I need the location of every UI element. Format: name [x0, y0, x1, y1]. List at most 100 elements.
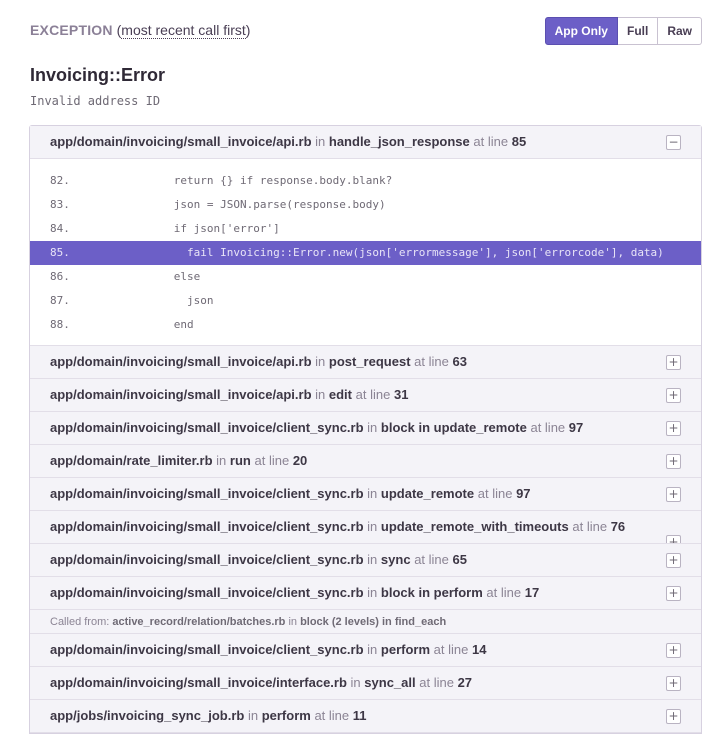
frame-line-number: 97 [516, 486, 531, 501]
frame-function: block in update_remote [380, 420, 527, 435]
frame-in-label: in [367, 552, 378, 567]
context-line-number: 85. [50, 246, 70, 259]
frame-function: sync_all [364, 675, 416, 690]
frame-in-label: in [367, 420, 378, 435]
expand-frame-icon[interactable]: + [666, 709, 681, 724]
sort-order-link[interactable]: most recent call first [121, 22, 246, 39]
frame-line-number: 11 [352, 708, 367, 723]
frame-at-line-label: at line [530, 420, 566, 435]
context-line-code: else [134, 270, 201, 283]
frame-in-label: in [216, 453, 227, 468]
context-line: 88. end [30, 313, 701, 337]
frame-line-number: 20 [292, 453, 308, 468]
expand-frame-icon[interactable]: + [666, 454, 681, 469]
context-line-code: if json['error'] [134, 222, 280, 235]
frame-in-label: in [315, 354, 326, 369]
full-button[interactable]: Full [617, 17, 659, 45]
stack-frame[interactable]: app/jobs/invoicing_sync_job.rb in perfor… [30, 700, 701, 733]
stacktrace: app/domain/invoicing/small_invoice/api.r… [29, 125, 702, 734]
frame-function: post_request [328, 354, 411, 369]
context-line: 86. else [30, 265, 701, 289]
frame-line-number: 31 [393, 387, 409, 402]
called-from-function: block (2 levels) in find_each [300, 616, 447, 628]
frame-filename: app/domain/invoicing/small_invoice/clien… [50, 585, 364, 600]
context-line: 82. return {} if response.body.blank? [30, 169, 701, 193]
raw-button[interactable]: Raw [658, 17, 702, 45]
frame-filename: app/jobs/invoicing_sync_job.rb [50, 708, 245, 723]
expand-frame-icon[interactable]: + [666, 676, 681, 691]
exception-label: EXCEPTION [30, 22, 113, 38]
stack-frame[interactable]: app/domain/invoicing/small_invoice/clien… [30, 634, 701, 667]
stack-frame[interactable]: app/domain/invoicing/small_invoice/clien… [30, 511, 701, 544]
called-from-in-label: in [288, 616, 297, 628]
frame-in-label: in [367, 642, 378, 657]
frame-in-label: in [367, 585, 378, 600]
expand-frame-icon[interactable]: + [666, 421, 681, 436]
called-from-file: active_record/relation/batches.rb [112, 616, 286, 628]
frame-line-number: 27 [457, 675, 473, 690]
expand-frame-icon[interactable]: + [666, 553, 681, 568]
frame-at-line-label: at line [414, 552, 449, 567]
stack-frame[interactable]: app/domain/invoicing/small_invoice/api.r… [30, 346, 701, 379]
stack-frame[interactable]: app/domain/invoicing/small_invoice/api.r… [30, 379, 701, 412]
frame-filename: app/domain/invoicing/small_invoice/api.r… [50, 354, 312, 369]
frame-at-line-label: at line [486, 585, 522, 600]
frame-at-line-label: at line [314, 708, 350, 723]
context-line-number: 82. [50, 174, 70, 187]
frame-at-line-label: at line [355, 387, 391, 402]
frame-at-line-label: at line [414, 354, 449, 369]
context-line-number: 86. [50, 270, 70, 283]
frame-at-line-label: at line [572, 519, 608, 534]
frame-filename: app/domain/invoicing/small_invoice/api.r… [50, 387, 312, 402]
context-line-number: 88. [50, 318, 70, 331]
context-line-code: json = JSON.parse(response.body) [134, 198, 386, 211]
frame-at-line-label: at line [477, 486, 513, 501]
context-line-code: fail Invoicing::Error.new(json['errormes… [134, 246, 664, 259]
frame-filename: app/domain/invoicing/small_invoice/clien… [50, 642, 364, 657]
frame-line-number: 63 [452, 354, 467, 369]
stack-frame[interactable]: app/domain/invoicing/small_invoice/api.r… [30, 126, 701, 159]
frame-line-number: 17 [524, 585, 540, 600]
collapse-frame-icon[interactable]: − [666, 135, 681, 150]
expand-frame-icon[interactable]: + [666, 643, 681, 658]
frame-function: block in perform [380, 585, 483, 600]
stack-frame[interactable]: app/domain/rate_limiter.rb in run at lin… [30, 445, 701, 478]
frame-context: 82. return {} if response.body.blank? 83… [30, 159, 701, 346]
frame-function: run [229, 453, 251, 468]
expand-frame-icon[interactable]: + [666, 586, 681, 601]
frame-function: update_remote_with_timeouts [380, 519, 569, 534]
stack-frame[interactable]: app/domain/invoicing/small_invoice/clien… [30, 544, 701, 577]
frame-filename: app/domain/invoicing/small_invoice/clien… [50, 486, 364, 501]
frame-in-label: in [367, 486, 378, 501]
expand-frame-icon[interactable]: + [666, 535, 681, 543]
frame-at-line-label: at line [419, 675, 454, 690]
frame-filename: app/domain/invoicing/small_invoice/clien… [50, 420, 364, 435]
frame-in-label: in [247, 708, 259, 723]
frame-filename: app/domain/invoicing/small_invoice/inter… [50, 675, 347, 690]
frame-function: edit [328, 387, 353, 402]
exception-type: Invoicing::Error [30, 65, 166, 85]
context-line-code: end [134, 318, 194, 331]
context-line-number: 84. [50, 222, 70, 235]
frame-filename: app/domain/rate_limiter.rb [50, 453, 213, 468]
context-line-active: 85. fail Invoicing::Error.new(json['erro… [30, 241, 701, 265]
stack-frame[interactable]: app/domain/invoicing/small_invoice/clien… [30, 577, 701, 610]
called-from-row: Called from: active_record/relation/batc… [30, 610, 701, 634]
expand-frame-icon[interactable]: + [666, 487, 681, 502]
frame-line-number: 97 [568, 420, 584, 435]
expand-frame-icon[interactable]: + [666, 355, 681, 370]
frame-filename: app/domain/invoicing/small_invoice/clien… [50, 519, 364, 534]
called-from-label: Called from: [50, 616, 110, 628]
stack-frame[interactable]: app/domain/invoicing/small_invoice/inter… [30, 667, 701, 700]
context-line-code: return {} if response.body.blank? [134, 174, 393, 187]
stack-frame[interactable]: app/domain/invoicing/small_invoice/clien… [30, 412, 701, 445]
expand-frame-icon[interactable]: + [666, 388, 681, 403]
stack-frame[interactable]: app/domain/invoicing/small_invoice/clien… [30, 478, 701, 511]
context-line-code: json [134, 294, 214, 307]
app-only-button[interactable]: App Only [544, 17, 618, 45]
close-paren: ) [245, 22, 251, 38]
frame-at-line-label: at line [433, 642, 469, 657]
frame-function: update_remote [380, 486, 475, 501]
frame-at-line-label: at line [473, 134, 509, 149]
frame-line-number: 14 [472, 642, 487, 657]
